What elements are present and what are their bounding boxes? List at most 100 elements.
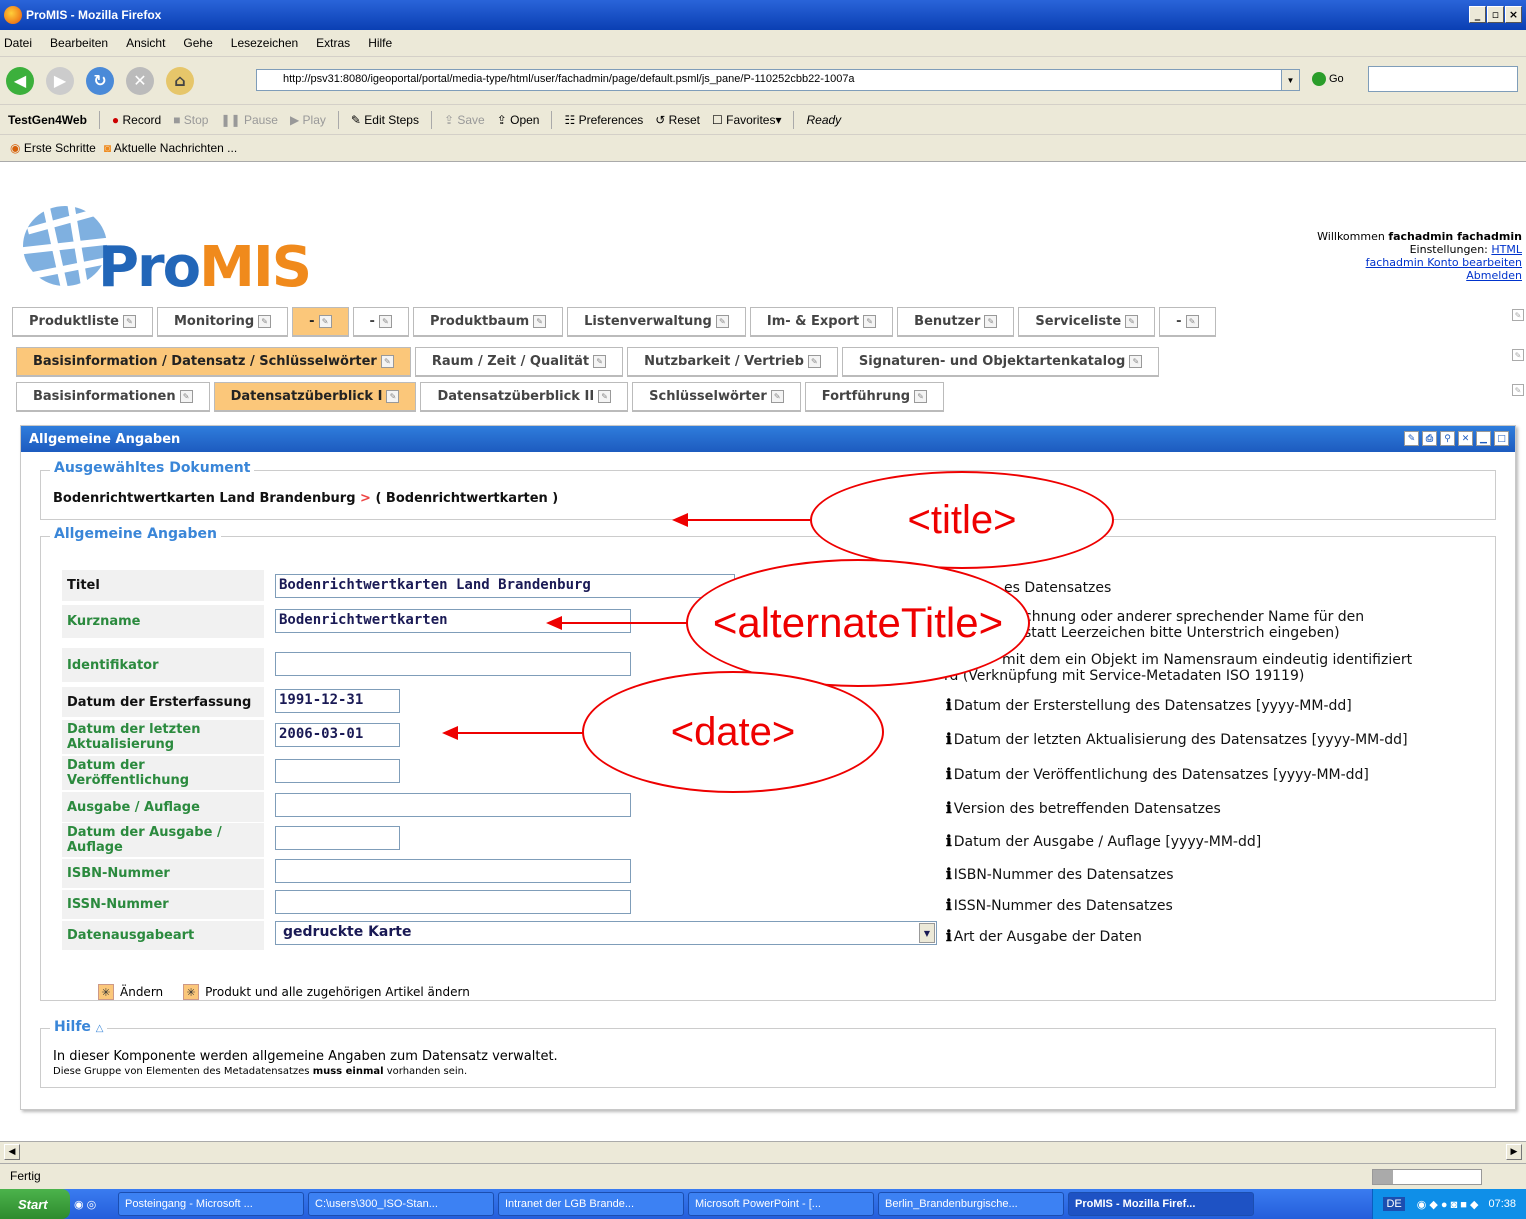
tab-basisinformation[interactable]: Basisinformation / Datensatz / Schlüssel… bbox=[16, 347, 411, 377]
save-button[interactable]: ⇪ Save bbox=[444, 113, 485, 127]
window-titlebar[interactable]: ProMIS - Mozilla Firefox _ ▫ × bbox=[0, 0, 1526, 30]
pause-button[interactable]: ❚❚ Pause bbox=[220, 113, 277, 127]
tab-nutzbarkeit[interactable]: Nutzbarkeit / Vertrieb ✎ bbox=[627, 347, 838, 377]
menu-hilfe[interactable]: Hilfe bbox=[368, 36, 392, 50]
tab-fortfuehrung[interactable]: Fortführung ✎ bbox=[804, 382, 945, 412]
home-icon[interactable]: ⌂ bbox=[166, 66, 194, 95]
edit-icon[interactable]: ✎ bbox=[533, 315, 547, 328]
bookmark-erste-schritte[interactable]: ◉ Erste Schritte bbox=[10, 141, 96, 155]
change-button[interactable]: Ändern bbox=[120, 985, 163, 999]
task-firefox[interactable]: ProMIS - Mozilla Firef... bbox=[1068, 1192, 1254, 1216]
edit-icon[interactable]: ✎ bbox=[1512, 309, 1524, 321]
edit-icon[interactable]: ✎ bbox=[770, 390, 784, 403]
edit-icon[interactable]: ✎ bbox=[863, 315, 877, 328]
back-arrow-icon[interactable]: ◀ bbox=[6, 66, 34, 95]
task-word[interactable]: Berlin_Brandenburgische... bbox=[878, 1192, 1064, 1216]
tab-dash[interactable]: - ✎ bbox=[352, 307, 409, 337]
change-all-button[interactable]: Produkt und alle zugehörigen Artikel änd… bbox=[205, 985, 470, 999]
info-icon[interactable]: ℹ bbox=[946, 730, 952, 748]
edit-icon[interactable]: ✎ bbox=[1404, 431, 1419, 446]
settings-html-link[interactable]: HTML bbox=[1491, 243, 1522, 256]
tab-produktbaum[interactable]: Produktbaum ✎ bbox=[412, 307, 564, 337]
edit-icon[interactable]: ✎ bbox=[258, 315, 272, 328]
kurzname-input[interactable]: Bodenrichtwertkarten bbox=[275, 609, 631, 633]
task-explorer[interactable]: C:\users\300_ISO-Stan... bbox=[308, 1192, 494, 1216]
tab-raum-zeit[interactable]: Raum / Zeit / Qualität ✎ bbox=[414, 347, 624, 377]
menu-lesezeichen[interactable]: Lesezeichen bbox=[231, 36, 298, 50]
edit-icon[interactable]: ✎ bbox=[1512, 384, 1524, 396]
url-dropdown-icon[interactable]: ▼ bbox=[1281, 70, 1299, 90]
datum-ausgabe-input[interactable] bbox=[275, 826, 400, 850]
tab-datensatzueberblick-1[interactable]: Datensatzüberblick I ✎ bbox=[213, 382, 417, 412]
datum-veroeffentlichung-input[interactable] bbox=[275, 759, 400, 783]
search-input[interactable] bbox=[1368, 66, 1518, 92]
edit-icon[interactable]: ✎ bbox=[1512, 349, 1524, 361]
minimize-button[interactable]: _ bbox=[1469, 6, 1486, 23]
record-button[interactable]: ● Record bbox=[112, 113, 161, 127]
info-icon[interactable]: ℹ bbox=[946, 799, 952, 817]
bookmark-aktuelle-nachrichten[interactable]: ◙ Aktuelle Nachrichten ... bbox=[104, 141, 237, 155]
tab-im-export[interactable]: Im- & Export ✎ bbox=[749, 307, 894, 337]
play-button[interactable]: ▶ Play bbox=[290, 113, 326, 127]
info-icon[interactable]: ℹ bbox=[946, 696, 952, 714]
reload-icon[interactable]: ↻ bbox=[86, 66, 114, 95]
tab-benutzer[interactable]: Benutzer ✎ bbox=[897, 307, 1015, 337]
edit-icon[interactable]: ✎ bbox=[715, 315, 729, 328]
edit-icon[interactable]: ✎ bbox=[914, 390, 928, 403]
logout-link[interactable]: Abmelden bbox=[1466, 269, 1522, 282]
edit-icon[interactable]: ✎ bbox=[593, 355, 607, 368]
close-icon[interactable]: ✕ bbox=[1458, 431, 1473, 446]
horizontal-scrollbar[interactable]: ◀ ▶ bbox=[0, 1141, 1526, 1163]
edit-icon[interactable]: ✎ bbox=[318, 315, 332, 328]
tab-selected-dash[interactable]: - ✎ bbox=[292, 307, 349, 337]
chevron-up-icon[interactable]: △ bbox=[96, 1023, 104, 1034]
tab-dash-last[interactable]: - ✎ bbox=[1159, 307, 1216, 337]
edit-icon[interactable]: ✎ bbox=[380, 355, 394, 368]
edit-icon[interactable]: ✎ bbox=[807, 355, 821, 368]
info-icon[interactable]: ℹ bbox=[946, 896, 952, 914]
print-icon[interactable]: ⎙ bbox=[1422, 431, 1437, 446]
task-intranet[interactable]: Intranet der LGB Brande... bbox=[498, 1192, 684, 1216]
edit-icon[interactable]: ✎ bbox=[378, 315, 392, 328]
menu-datei[interactable]: Datei bbox=[4, 36, 32, 50]
titel-input[interactable]: Bodenrichtwertkarten Land Brandenburg bbox=[275, 574, 735, 598]
menu-extras[interactable]: Extras bbox=[316, 36, 350, 50]
edit-icon[interactable]: ✎ bbox=[122, 315, 136, 328]
menu-bearbeiten[interactable]: Bearbeiten bbox=[50, 36, 108, 50]
edit-icon[interactable]: ✎ bbox=[984, 315, 998, 328]
start-button[interactable]: Start bbox=[0, 1189, 70, 1219]
tab-schluesselwoerter[interactable]: Schlüsselwörter ✎ bbox=[632, 382, 801, 412]
edit-icon[interactable]: ✎ bbox=[1125, 315, 1139, 328]
account-edit-link[interactable]: fachadmin Konto bearbeiten bbox=[1366, 256, 1522, 269]
stop-button[interactable]: ■ Stop bbox=[173, 113, 208, 127]
datum-ersterfassung-input[interactable]: 1991-12-31 bbox=[275, 689, 400, 713]
info-icon[interactable]: ℹ bbox=[946, 832, 952, 850]
language-indicator[interactable]: DE bbox=[1383, 1197, 1405, 1211]
info-icon[interactable]: ℹ bbox=[946, 765, 952, 783]
isbn-input[interactable] bbox=[275, 859, 631, 883]
datum-aktualisierung-input[interactable]: 2006-03-01 bbox=[275, 723, 400, 747]
favorites-button[interactable]: ☐ Favorites▾ bbox=[712, 113, 781, 127]
datenausgabeart-select[interactable]: gedruckte Karte ▼ bbox=[275, 921, 937, 945]
change-all-icon[interactable]: ✳ bbox=[183, 984, 200, 1000]
reset-button[interactable]: ↺ Reset bbox=[655, 113, 700, 127]
close-button[interactable]: × bbox=[1505, 6, 1522, 23]
minimize-icon[interactable]: ▁ bbox=[1476, 431, 1491, 446]
scroll-left-icon[interactable]: ◀ bbox=[4, 1144, 20, 1160]
info-icon[interactable]: ℹ bbox=[946, 865, 952, 883]
tab-serviceliste[interactable]: Serviceliste ✎ bbox=[1018, 307, 1156, 337]
edit-steps-button[interactable]: ✎ Edit Steps bbox=[351, 113, 419, 127]
info-icon[interactable]: ℹ bbox=[946, 927, 952, 945]
tab-listenverwaltung[interactable]: Listenverwaltung ✎ bbox=[567, 307, 746, 337]
go-button[interactable]: Go bbox=[1312, 72, 1344, 86]
open-button[interactable]: ⇪ Open bbox=[497, 113, 540, 127]
search-icon[interactable]: ⚲ bbox=[1440, 431, 1455, 446]
forward-arrow-icon[interactable]: ▶ bbox=[46, 66, 74, 95]
tab-signaturen[interactable]: Signaturen- und Objektartenkatalog ✎ bbox=[841, 347, 1160, 377]
menu-gehe[interactable]: Gehe bbox=[183, 36, 212, 50]
tray-icons[interactable]: ◉ ◆ ● ◙ ■ ◆ bbox=[1417, 1198, 1479, 1211]
preferences-button[interactable]: ☷ Preferences bbox=[564, 113, 643, 127]
tab-produktliste[interactable]: Produktliste ✎ bbox=[12, 307, 153, 337]
help-legend[interactable]: Hilfe △ bbox=[50, 1019, 108, 1035]
edit-icon[interactable]: ✎ bbox=[598, 390, 612, 403]
